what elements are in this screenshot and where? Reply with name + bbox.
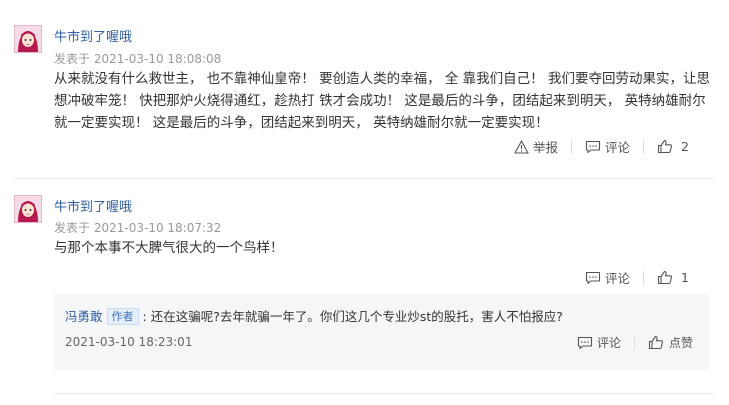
comment-actions: 评论 1 [585,268,689,287]
reply-actions: 评论 点赞 [577,334,693,351]
thumbs-up-icon [657,270,673,285]
comment-bubble-icon [585,271,601,284]
reply-like-label: 点赞 [668,336,693,350]
reply-timestamp: 2021-03-10 18:23:01 [65,335,193,349]
reply-like-button[interactable]: 点赞 [648,334,693,351]
thumbs-up-icon [648,335,664,350]
user-avatar[interactable] [14,195,42,223]
reply-text: : 还在这骗呢?去年就骗一年了。你们这几个专业炒st的股托，害人不怕报应? [142,309,563,324]
comment-bubble-icon [577,336,593,349]
action-separator [633,335,635,350]
posted-prefix: 发表于 [54,221,91,235]
reply-line: 冯勇敢 作者: 还在这骗呢?去年就骗一年了。你们这几个专业炒st的股托，害人不怕报… [65,306,563,325]
like-count: 1 [681,270,689,285]
post-timestamp: 2021-03-10 18:07:32 [93,221,222,235]
post-meta: 发表于 2021-03-10 18:07:32 [54,219,221,236]
comment-text: 与那个本事不大脾气很大的一个鸟样！ [54,240,284,256]
username[interactable]: 牛市到了喔哦 [54,196,132,215]
comment-button[interactable]: 评论 [585,268,630,287]
reply-comment-label: 评论 [596,336,621,350]
author-badge: 作者 [106,308,139,325]
reply-box: 冯勇敢 作者: 还在这骗呢?去年就骗一年了。你们这几个专业炒st的股托，害人不怕报… [54,294,709,370]
reply-comment-button[interactable]: 评论 [577,334,621,351]
reply-username[interactable]: 冯勇敢 [65,309,103,324]
comment-item-2: 牛市到了喔哦 发表于 2021-03-10 18:07:32 与那个本事不大脾气… [0,0,729,400]
action-separator [643,270,645,285]
comment-label: 评论 [605,271,631,286]
like-button[interactable]: 1 [657,270,689,285]
comment-divider [54,393,714,394]
